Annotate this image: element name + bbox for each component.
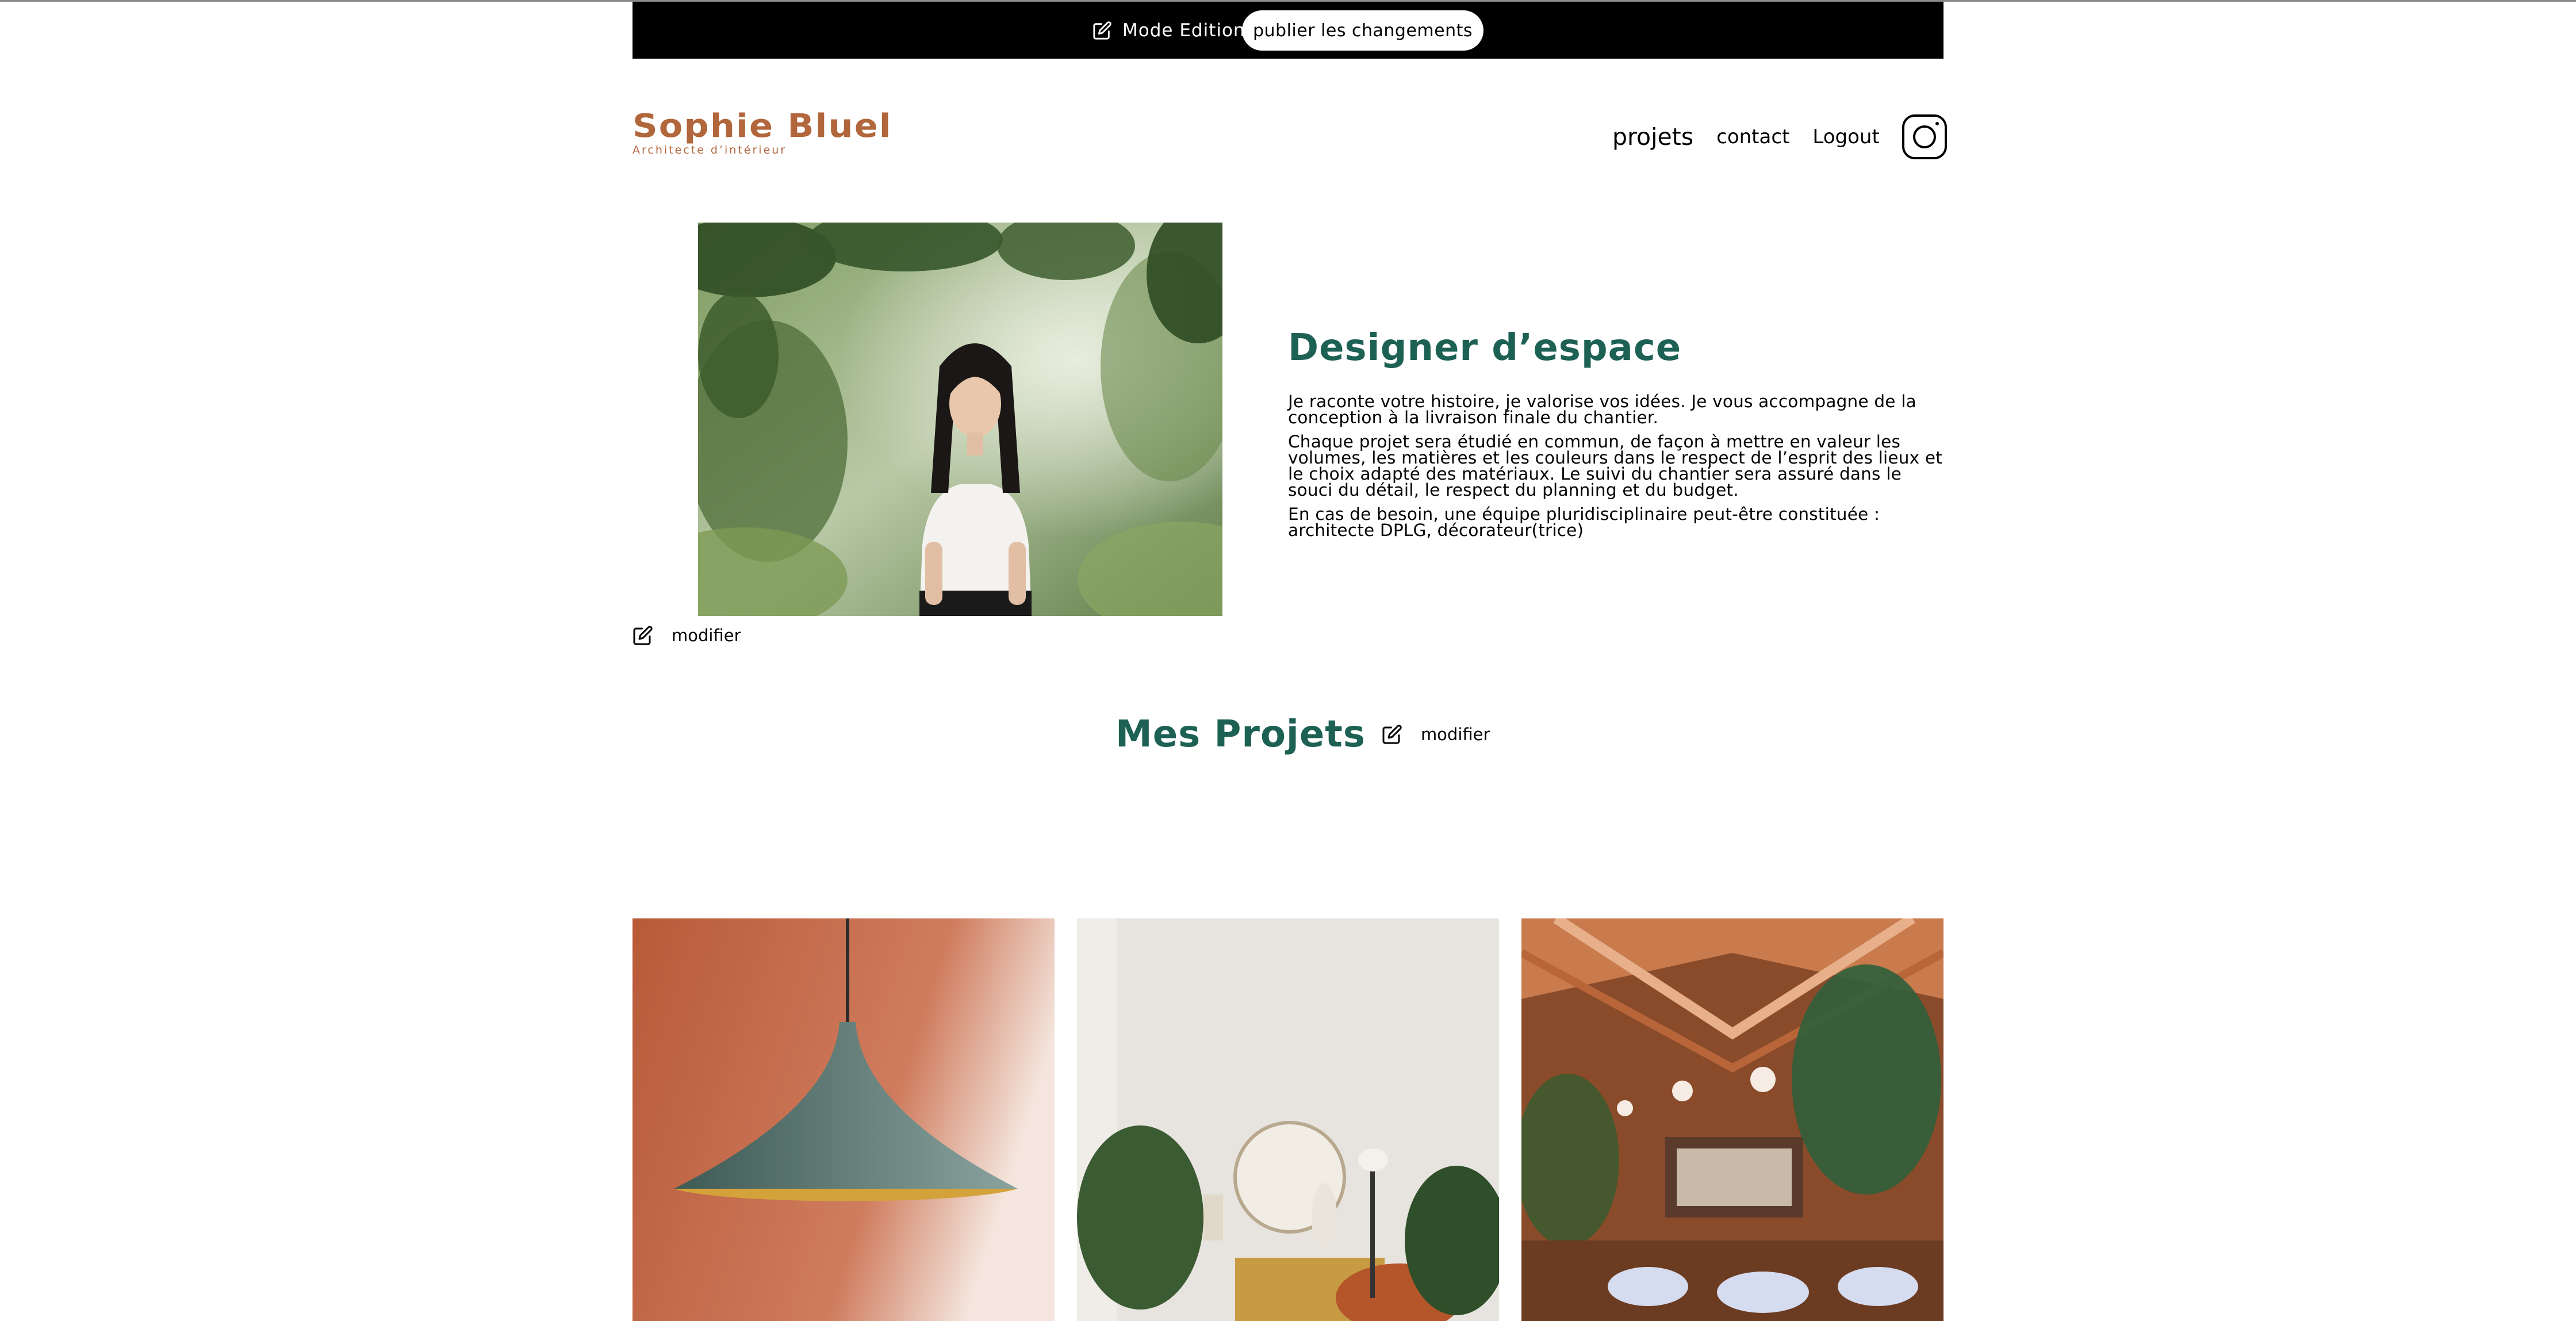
projects-modify-button[interactable]: modifier xyxy=(1382,724,1490,745)
intro-paragraph: Chaque projet sera étudié en commun, de … xyxy=(1288,432,1943,500)
projects-header: Mes Projets modifier xyxy=(1116,713,1490,756)
nav-projets-link[interactable]: projets xyxy=(1612,123,1693,151)
edit-icon xyxy=(1382,725,1402,744)
edit-mode-bar: Mode Edition publier les changements xyxy=(632,2,1943,59)
project-image xyxy=(1077,918,1499,1321)
main-nav: projets contact Logout xyxy=(1612,114,1948,160)
project-card[interactable] xyxy=(1077,918,1499,1321)
intro-section: Designer d’espace Je raconte votre histo… xyxy=(1288,327,1949,546)
edit-icon xyxy=(1093,21,1111,40)
logo-subtitle: Architecte d’intérieur xyxy=(632,144,787,156)
intro-title: Designer d’espace xyxy=(1288,327,1682,369)
nav-contact-link[interactable]: contact xyxy=(1716,125,1789,148)
intro-paragraph: Je raconte votre histoire, je valorise v… xyxy=(1288,392,1916,427)
intro-paragraph: En cas de besoin, une équipe pluridiscip… xyxy=(1288,504,1880,540)
intro-modify-button[interactable]: modifier xyxy=(632,625,741,646)
project-image xyxy=(632,918,1055,1321)
project-card[interactable] xyxy=(632,918,1055,1321)
logo-name: Sophie Bluel xyxy=(632,108,892,145)
edit-icon xyxy=(633,626,653,645)
instagram-icon[interactable] xyxy=(1902,114,1948,160)
architect-portrait-image xyxy=(698,223,1222,616)
site-logo[interactable]: Sophie Bluel Architecte d’intérieur xyxy=(632,110,891,157)
project-image xyxy=(1521,918,1943,1321)
projects-modify-label: modifier xyxy=(1420,725,1490,744)
project-card[interactable] xyxy=(1521,918,1943,1321)
edit-mode-indicator: Mode Edition xyxy=(1092,20,1245,41)
projects-title: Mes Projets xyxy=(1116,713,1366,756)
intro-modify-label: modifier xyxy=(672,626,741,645)
nav-logout-link[interactable]: Logout xyxy=(1812,125,1879,148)
edit-mode-label: Mode Edition xyxy=(1122,20,1245,41)
publish-changes-button[interactable]: publier les changements xyxy=(1242,10,1483,51)
